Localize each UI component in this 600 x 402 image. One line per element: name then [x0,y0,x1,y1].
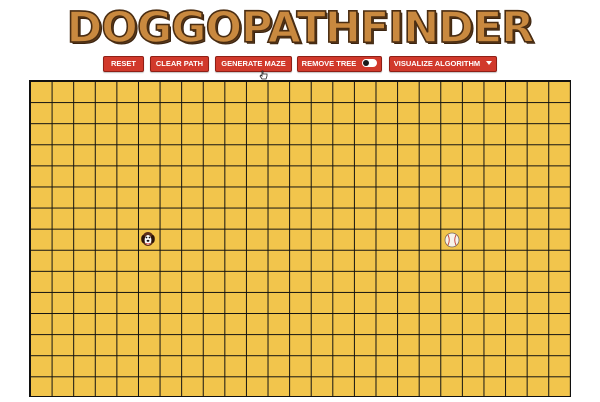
toggle-knob-icon [363,60,370,67]
visualize-algorithm-dropdown[interactable]: VISUALIZE ALGORITHM [389,56,497,72]
toolbar: RESET CLEAR PATH GENERATE MAZE REMOVE TR… [0,56,600,73]
hand-cursor-icon [259,70,268,80]
reset-button-label: RESET [110,59,136,68]
generate-maze-button-label: GENERATE MAZE [221,59,286,68]
generate-maze-button[interactable]: GENERATE MAZE [215,56,292,72]
remove-tree-toggle[interactable] [362,59,378,68]
remove-tree-button[interactable]: REMOVE TREE [297,56,382,72]
remove-tree-button-label: REMOVE TREE [301,59,357,68]
caret-down-icon [486,61,493,66]
clear-path-button-label: CLEAR PATH [155,59,204,68]
clear-path-button[interactable]: CLEAR PATH [150,56,209,72]
visualize-algorithm-label: VISUALIZE ALGORITHM [393,59,481,68]
app-title: DOGGOPATHFINDER [0,2,600,54]
baseball-icon[interactable] [443,231,461,249]
pathfinding-grid[interactable] [29,80,571,397]
reset-button[interactable]: RESET [103,56,144,72]
app-title-text: DOGGOPATHFINDER [66,2,535,54]
dog-icon[interactable] [139,229,157,247]
